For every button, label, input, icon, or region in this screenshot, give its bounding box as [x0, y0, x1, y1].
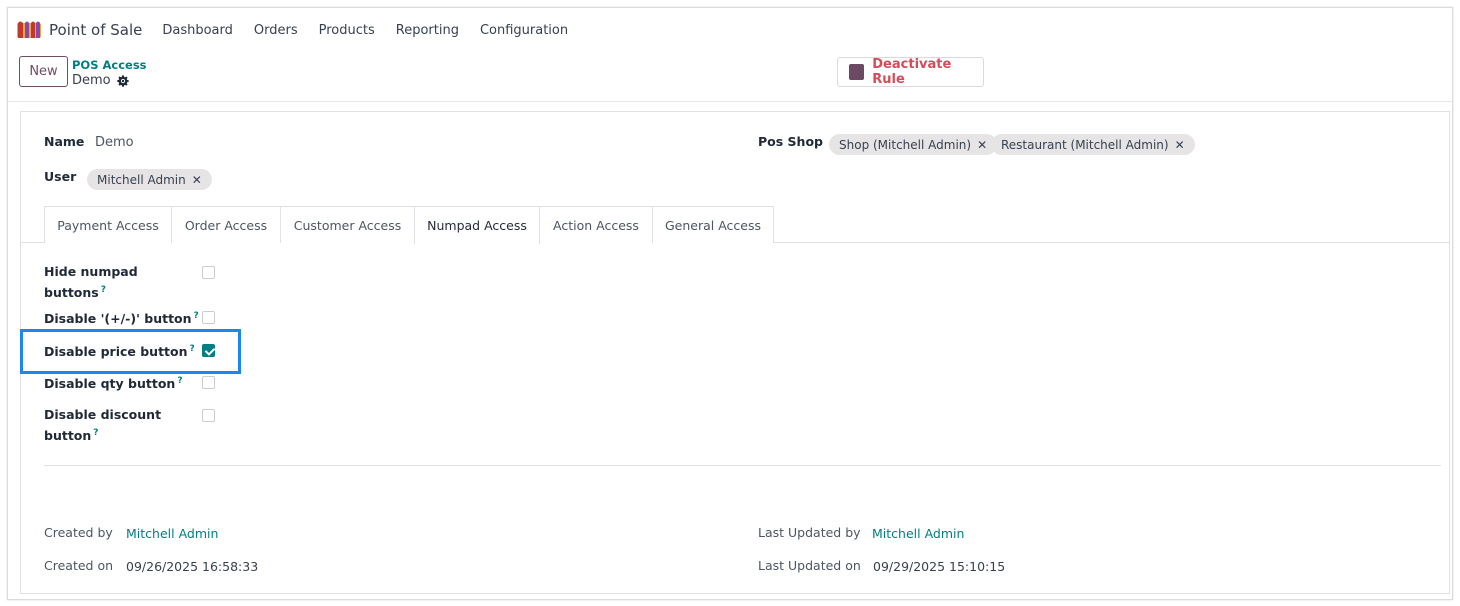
field-label-text: Disable price button — [44, 344, 188, 360]
divider — [44, 465, 1441, 466]
created-on-label: Created on — [44, 558, 114, 573]
remove-tag-icon[interactable]: ✕ — [977, 138, 987, 152]
breadcrumb-pos-access[interactable]: POS Access — [72, 58, 147, 72]
remove-tag-icon[interactable]: ✕ — [1175, 138, 1185, 152]
help-tooltip-icon[interactable]: ? — [194, 311, 199, 321]
menu-reporting[interactable]: Reporting — [396, 23, 459, 38]
tab-action-access[interactable]: Action Access — [539, 206, 653, 243]
pos-app-logo-icon[interactable] — [17, 20, 41, 38]
checkbox-hide-numpad[interactable] — [202, 266, 215, 279]
deactivate-rule-label: Deactivate Rule — [872, 57, 952, 87]
top-navbar: Point of Sale Dashboard Orders Products … — [8, 8, 1452, 52]
new-button[interactable]: New — [19, 56, 68, 87]
field-label-text: Disable '(+/-)' button — [44, 311, 192, 327]
pos-shop-tag: Restaurant (Mitchell Admin) ✕ — [991, 134, 1195, 155]
updated-by-label: Last Updated by — [758, 525, 861, 540]
created-by-label: Created by — [44, 525, 113, 540]
help-tooltip-icon[interactable]: ? — [190, 344, 195, 354]
field-label-hide-numpad: Hide numpad buttons? — [44, 262, 164, 302]
user-label: User — [44, 169, 77, 184]
form-sheet: Name Demo User Mitchell Admin ✕ Pos Shop… — [20, 111, 1450, 594]
tab-general-access[interactable]: General Access — [652, 206, 774, 243]
menu-dashboard[interactable]: Dashboard — [162, 23, 233, 38]
control-panel: New POS Access Demo Deactivate Rule — [8, 52, 1452, 102]
record-name: Demo — [72, 73, 111, 88]
user-tag-label: Mitchell Admin — [97, 172, 186, 187]
help-tooltip-icon[interactable]: ? — [101, 285, 106, 295]
created-by-link[interactable]: Mitchell Admin — [126, 526, 218, 541]
name-value[interactable]: Demo — [95, 135, 134, 150]
app-name[interactable]: Point of Sale — [49, 21, 142, 39]
menu-products[interactable]: Products — [319, 23, 375, 38]
tab-payment-access[interactable]: Payment Access — [44, 206, 172, 243]
record-title: Demo — [72, 73, 129, 88]
menu-configuration[interactable]: Configuration — [480, 23, 568, 38]
field-label-text: Disable discount button — [44, 407, 162, 444]
deactivate-rule-button[interactable]: Deactivate Rule — [837, 57, 984, 87]
remove-tag-icon[interactable]: ✕ — [192, 173, 202, 187]
tab-bar: Payment Access Order Access Customer Acc… — [21, 206, 1449, 244]
updated-by-link[interactable]: Mitchell Admin — [872, 526, 964, 541]
field-label-text: Disable qty button — [44, 376, 176, 392]
field-label-disable-discount: Disable discount button? — [44, 405, 164, 445]
help-tooltip-icon[interactable]: ? — [93, 428, 98, 438]
field-label-text: Hide numpad buttons — [44, 264, 138, 301]
checkbox-disable-discount[interactable] — [202, 409, 215, 422]
name-label: Name — [44, 134, 85, 149]
help-tooltip-icon[interactable]: ? — [177, 376, 182, 386]
gear-icon[interactable] — [116, 74, 129, 87]
field-label-disable-plus-minus: Disable '(+/-)' button? — [44, 307, 204, 328]
checkbox-disable-plus-minus[interactable] — [202, 311, 215, 324]
checkbox-disable-qty[interactable] — [202, 376, 215, 389]
created-on-value: 09/26/2025 16:58:33 — [126, 559, 259, 574]
tab-order-access[interactable]: Order Access — [171, 206, 281, 243]
field-label-disable-price: Disable price button? — [44, 340, 204, 361]
field-label-disable-qty: Disable qty button? — [44, 372, 204, 393]
tab-customer-access[interactable]: Customer Access — [280, 206, 415, 243]
pos-shop-tag-label: Shop (Mitchell Admin) — [839, 137, 972, 152]
pos-shop-label: Pos Shop — [758, 134, 823, 149]
pos-shop-tag: Shop (Mitchell Admin) ✕ — [829, 134, 998, 155]
updated-on-value: 09/29/2025 15:10:15 — [873, 559, 1006, 574]
pos-shop-tag-label: Restaurant (Mitchell Admin) — [1001, 137, 1169, 152]
tab-numpad-access[interactable]: Numpad Access — [414, 206, 540, 244]
color-swatch-icon — [849, 64, 865, 80]
user-tag: Mitchell Admin ✕ — [87, 169, 212, 190]
menu-orders[interactable]: Orders — [254, 23, 298, 38]
checkbox-disable-price[interactable] — [202, 344, 215, 357]
app-window: Point of Sale Dashboard Orders Products … — [7, 7, 1453, 600]
updated-on-label: Last Updated on — [758, 558, 861, 573]
